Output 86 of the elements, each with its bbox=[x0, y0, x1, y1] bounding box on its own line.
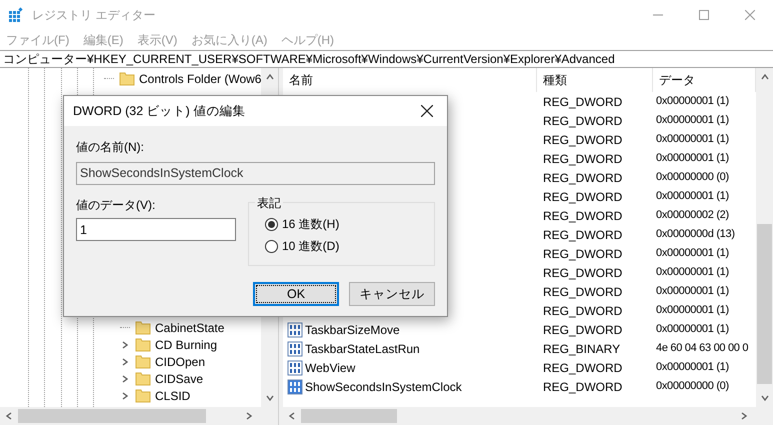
vertical-scrollbar[interactable] bbox=[756, 68, 773, 407]
close-icon bbox=[421, 105, 433, 117]
value-type: REG_DWORD bbox=[542, 208, 624, 224]
ok-button[interactable]: OK bbox=[253, 282, 339, 306]
column-header[interactable]: 種類 bbox=[537, 68, 653, 92]
value-data: 0x00000001 (1) bbox=[655, 265, 729, 280]
radio-label[interactable]: 10 進数(D) bbox=[282, 237, 340, 255]
value-data: 0x00000001 (1) bbox=[655, 189, 729, 204]
scroll-up-icon[interactable] bbox=[264, 72, 274, 82]
value-type: REG_DWORD bbox=[542, 378, 624, 396]
value-type: REG_DWORD bbox=[542, 188, 624, 206]
value-data: 4e 60 04 63 00 00 0 bbox=[655, 341, 748, 356]
tree-item[interactable]: Controls Folder (Wow6 bbox=[139, 70, 261, 88]
tree-item[interactable]: CLSID bbox=[155, 386, 190, 404]
radio-label[interactable]: 16 進数(H) bbox=[282, 215, 340, 233]
scroll-down-icon[interactable] bbox=[264, 393, 274, 403]
folder-icon bbox=[135, 372, 151, 386]
value-data: 0x00000001 (1) bbox=[655, 360, 729, 376]
field-label: 値の名前(N): bbox=[76, 139, 145, 156]
value-data: 0x00000000 (0) bbox=[655, 170, 729, 186]
cancel-button[interactable]: キャンセル bbox=[349, 282, 435, 306]
radio-button[interactable] bbox=[265, 240, 278, 252]
folder-icon bbox=[135, 388, 151, 402]
value-type: REG_DWORD bbox=[542, 94, 624, 110]
horizontal-scrollbar[interactable] bbox=[0, 407, 278, 425]
value-type: REG_DWORD bbox=[542, 284, 624, 300]
scroll-down-icon[interactable] bbox=[760, 393, 770, 403]
registry-editor-icon bbox=[8, 7, 24, 23]
tree-item[interactable]: CIDSave bbox=[155, 370, 204, 388]
value-type: REG_BINARY bbox=[542, 340, 622, 358]
value-data: 0x00000002 (2) bbox=[655, 208, 729, 224]
scroll-up-icon[interactable] bbox=[760, 72, 770, 82]
value-type: REG_DWORD bbox=[542, 302, 624, 320]
value-data: 0x00000001 (1) bbox=[655, 246, 729, 262]
value-data: 0x00000001 (1) bbox=[655, 322, 729, 338]
close-icon bbox=[745, 10, 755, 20]
scroll-right-icon[interactable] bbox=[739, 411, 749, 421]
scroll-left-icon[interactable] bbox=[4, 411, 14, 421]
value-name[interactable]: ShowSecondsInSystemClock bbox=[305, 378, 462, 396]
folder-icon bbox=[135, 354, 151, 368]
value-type: REG_DWORD bbox=[542, 226, 624, 244]
window-title: レジストリ エディター bbox=[32, 7, 156, 24]
scroll-left-icon[interactable] bbox=[287, 411, 297, 421]
tree-item[interactable]: CD Burning bbox=[155, 336, 218, 354]
value-type: REG_DWORD bbox=[542, 264, 624, 282]
value-type: REG_DWORD bbox=[542, 150, 624, 168]
address-bar[interactable]: コンピューター¥HKEY_CURRENT_USER¥SOFTWARE¥Microsoft¥Windows¥CurrentVersion¥Explorer¥Advanced bbox=[0, 50, 773, 68]
value-data: 0x00000001 (1) bbox=[655, 284, 729, 300]
value-data-field[interactable]: 1 bbox=[76, 218, 236, 241]
binary-value-icon bbox=[287, 378, 303, 394]
maximize-icon bbox=[699, 10, 709, 20]
value-type: REG_DWORD bbox=[542, 246, 624, 262]
value-data: 0x0000000d (13) bbox=[655, 227, 735, 242]
radio-button[interactable] bbox=[265, 218, 278, 230]
horizontal-scrollbar[interactable] bbox=[283, 407, 773, 425]
scrollbar-thumb[interactable] bbox=[757, 224, 772, 384]
scrollbar-thumb[interactable] bbox=[301, 409, 397, 423]
value-data: 0x00000001 (1) bbox=[655, 94, 729, 110]
value-name[interactable]: TaskbarSizeMove bbox=[305, 320, 400, 338]
value-type: REG_DWORD bbox=[542, 112, 624, 130]
tree-item[interactable]: CabinetState bbox=[155, 318, 224, 336]
binary-value-icon bbox=[287, 360, 303, 376]
value-data: 0x00000000 (0) bbox=[655, 379, 729, 394]
value-name-field[interactable]: ShowSecondsInSystemClock bbox=[76, 162, 435, 185]
value-name[interactable]: TaskbarStateLastRun bbox=[305, 340, 420, 358]
value-type: REG_DWORD bbox=[542, 360, 624, 376]
value-type: REG_DWORD bbox=[542, 322, 624, 338]
binary-value-icon bbox=[287, 322, 303, 338]
value-data: 0x00000001 (1) bbox=[655, 151, 729, 166]
folder-icon bbox=[119, 72, 135, 86]
column-header[interactable]: 名前 bbox=[283, 68, 537, 92]
binary-value-icon bbox=[287, 340, 303, 356]
scroll-right-icon[interactable] bbox=[244, 411, 254, 421]
scrollbar-thumb[interactable] bbox=[18, 409, 206, 423]
field-label: 値のデータ(V): bbox=[76, 197, 156, 214]
tree-item[interactable]: CIDOpen bbox=[155, 352, 206, 370]
dialog-title: DWORD (32 ビット) 値の編集 bbox=[73, 102, 246, 120]
value-name[interactable]: WebView bbox=[305, 358, 356, 376]
value-data: 0x00000001 (1) bbox=[655, 303, 729, 318]
value-type: REG_DWORD bbox=[542, 132, 624, 148]
value-data: 0x00000001 (1) bbox=[655, 113, 729, 128]
group-label: 表記 bbox=[255, 194, 283, 212]
value-data: 0x00000001 (1) bbox=[655, 132, 729, 148]
folder-icon bbox=[135, 338, 151, 352]
folder-icon bbox=[135, 320, 151, 334]
value-type: REG_DWORD bbox=[542, 170, 624, 186]
